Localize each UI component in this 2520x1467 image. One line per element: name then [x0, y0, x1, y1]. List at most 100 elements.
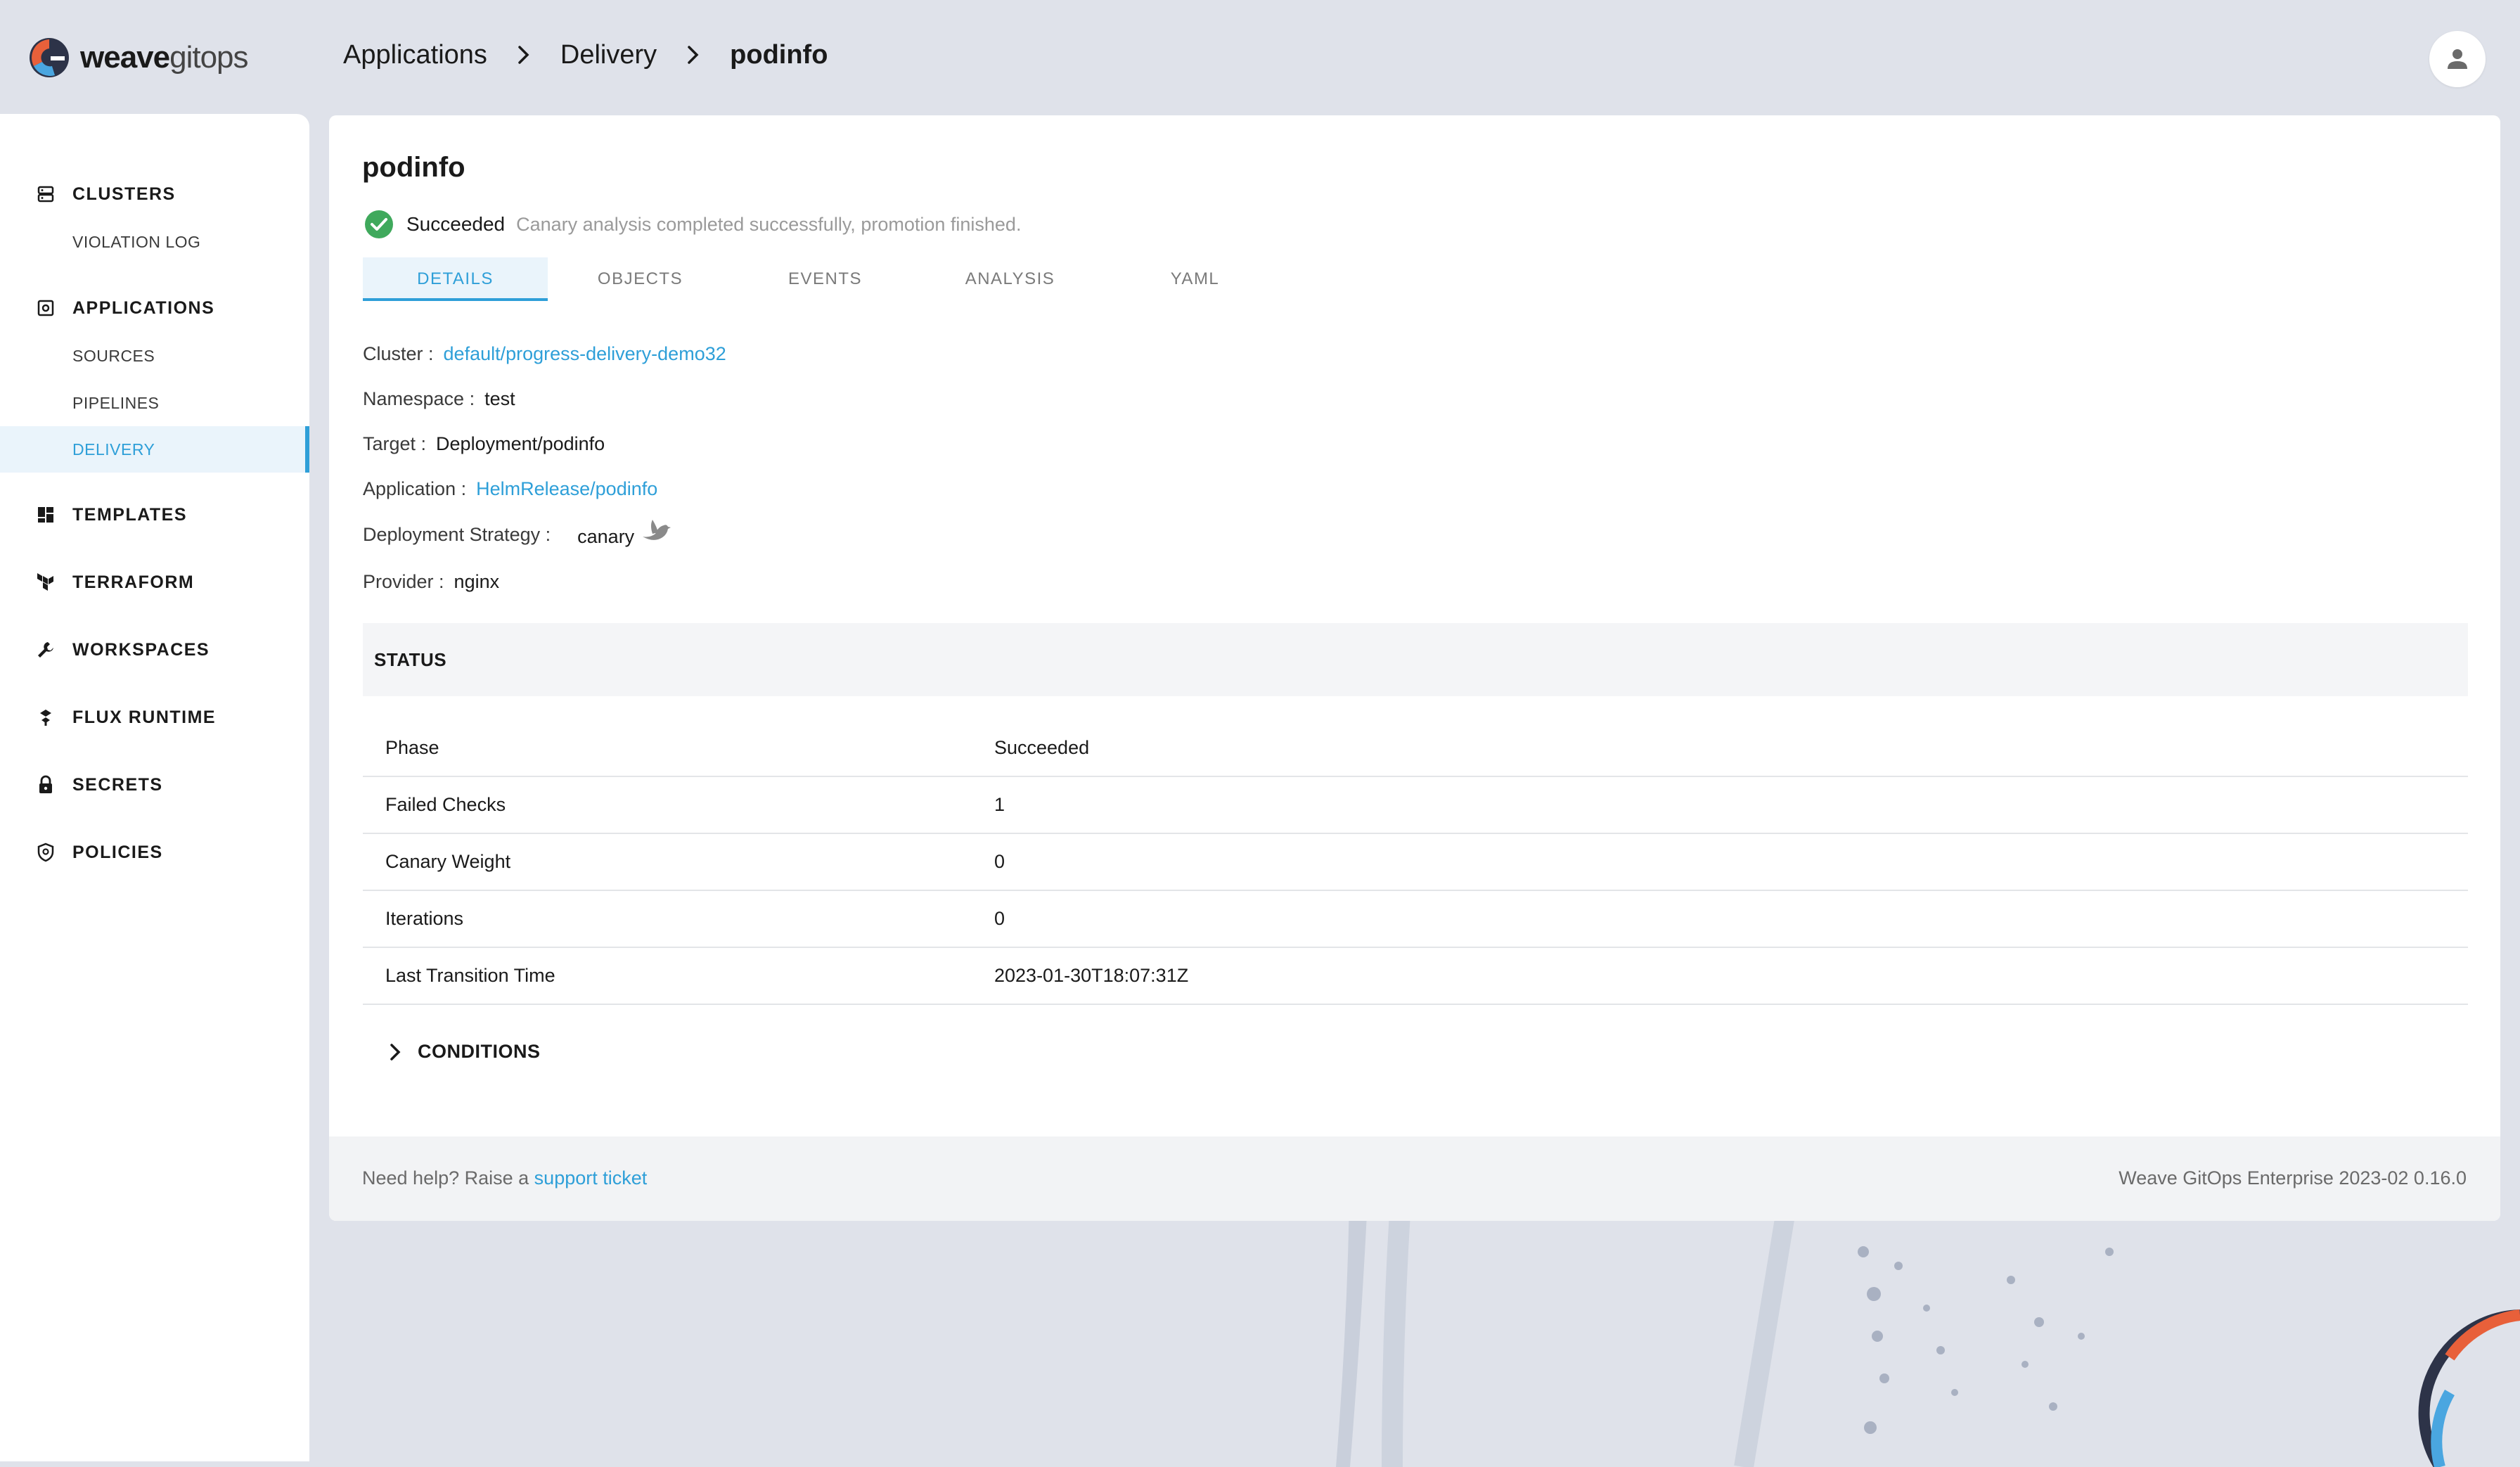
status-key: Last Transition Time	[363, 947, 994, 1005]
sidebar-item-applications[interactable]: APPLICATIONS	[0, 286, 309, 331]
status-heading: STATUS	[374, 648, 447, 670]
detail-application: Application : HelmRelease/podinfo	[363, 478, 657, 500]
detail-label: Cluster :	[363, 343, 434, 364]
tab-yaml[interactable]: YAML	[1102, 257, 1287, 301]
sidebar-label: DELIVERY	[72, 440, 155, 459]
table-row: Iterations 0	[363, 890, 2468, 948]
sidebar-label: WORKSPACES	[72, 639, 210, 660]
logo-text: weavegitops	[80, 40, 249, 75]
detail-target: Target : Deployment/podinfo	[363, 433, 605, 455]
user-menu-button[interactable]	[2429, 31, 2486, 87]
status-value: 0	[994, 890, 2468, 948]
status-key: Iterations	[363, 890, 994, 948]
check-circle-icon	[365, 210, 393, 238]
tab-objects[interactable]: OBJECTS	[548, 257, 733, 301]
breadcrumb: Applications Delivery podinfo	[343, 39, 828, 70]
sidebar-item-violation-log[interactable]: VIOLATION LOG	[0, 219, 309, 265]
help-text: Need help? Raise a support ticket	[362, 1167, 648, 1189]
detail-value: Deployment/podinfo	[436, 433, 605, 454]
detail-cluster: Cluster : default/progress-delivery-demo…	[363, 343, 726, 365]
status-value: 1	[994, 776, 2468, 834]
chevron-right-icon	[390, 1043, 401, 1061]
app-logo[interactable]: weavegitops	[27, 35, 249, 80]
chevron-right-icon	[678, 39, 709, 70]
canary-details-card: podinfo Succeeded Canary analysis comple…	[329, 115, 2500, 1221]
sidebar-item-delivery[interactable]: DELIVERY	[0, 426, 309, 473]
sidebar-item-flux-runtime[interactable]: FLUX RUNTIME	[0, 695, 309, 740]
applications-icon	[34, 296, 58, 320]
detail-value: test	[484, 388, 515, 409]
table-row: Last Transition Time 2023-01-30T18:07:31…	[363, 947, 2468, 1005]
detail-tabs: DETAILS OBJECTS EVENTS ANALYSIS YAML	[363, 257, 1287, 301]
sidebar-label: SOURCES	[72, 346, 155, 365]
sidebar-label: FLUX RUNTIME	[72, 707, 217, 727]
sidebar: CLUSTERS VIOLATION LOG APPLICATIONS SOUR…	[0, 114, 309, 1461]
sidebar-label: APPLICATIONS	[72, 297, 215, 318]
status-key: Phase	[363, 720, 994, 777]
detail-value: canary	[577, 526, 635, 547]
canary-bird-icon	[643, 519, 671, 540]
status-key: Failed Checks	[363, 776, 994, 834]
chevron-right-icon	[508, 39, 539, 70]
flux-icon	[34, 705, 58, 729]
clusters-icon	[34, 182, 58, 206]
detail-value: nginx	[454, 571, 500, 592]
conditions-label: CONDITIONS	[418, 1041, 541, 1062]
top-bar: weavegitops Applications Delivery podinf…	[0, 0, 2520, 114]
user-icon	[2448, 49, 2467, 69]
detail-provider: Provider : nginx	[363, 571, 499, 593]
breadcrumb-delivery[interactable]: Delivery	[560, 40, 657, 70]
detail-label: Application :	[363, 478, 467, 499]
footer: Need help? Raise a support ticket Weave …	[329, 1136, 2500, 1221]
sidebar-item-clusters[interactable]: CLUSTERS	[0, 172, 309, 217]
detail-namespace: Namespace : test	[363, 388, 515, 410]
sidebar-item-secrets[interactable]: SECRETS	[0, 762, 309, 807]
table-row: Canary Weight 0	[363, 833, 2468, 891]
sidebar-label: TERRAFORM	[72, 572, 195, 592]
weave-logo-icon	[30, 38, 69, 77]
table-row: Failed Checks 1	[363, 776, 2468, 834]
terraform-icon	[34, 570, 58, 594]
tab-details[interactable]: DETAILS	[363, 257, 548, 301]
sidebar-label: CLUSTERS	[72, 184, 176, 204]
conditions-toggle[interactable]: CONDITIONS	[388, 1041, 541, 1063]
version-text: Weave GitOps Enterprise 2023-02 0.16.0	[2119, 1167, 2467, 1189]
detail-label: Provider :	[363, 571, 444, 592]
status-table: Phase Succeeded Failed Checks 1 Canary W…	[363, 720, 2468, 1005]
status-message: Canary analysis completed successfully, …	[516, 213, 1022, 235]
status-value: 2023-01-30T18:07:31Z	[994, 947, 2468, 1005]
tab-events[interactable]: EVENTS	[733, 257, 918, 301]
page-title: podinfo	[362, 152, 465, 183]
support-ticket-link[interactable]: support ticket	[534, 1167, 648, 1189]
sidebar-item-workspaces[interactable]: WORKSPACES	[0, 627, 309, 672]
tab-analysis[interactable]: ANALYSIS	[918, 257, 1102, 301]
sidebar-label: POLICIES	[72, 842, 163, 862]
sidebar-item-terraform[interactable]: TERRAFORM	[0, 560, 309, 605]
sidebar-label: SECRETS	[72, 774, 163, 795]
status-value: 0	[994, 833, 2468, 891]
application-link[interactable]: HelmRelease/podinfo	[476, 478, 657, 500]
status-value: Succeeded	[994, 720, 2468, 777]
sidebar-item-policies[interactable]: POLICIES	[0, 830, 309, 875]
sidebar-item-sources[interactable]: SOURCES	[0, 333, 309, 379]
secrets-icon	[34, 773, 58, 797]
detail-label: Deployment Strategy :	[363, 524, 551, 545]
sidebar-item-pipelines[interactable]: PIPELINES	[0, 380, 309, 426]
status-text: Succeeded	[406, 213, 506, 235]
sidebar-label: VIOLATION LOG	[72, 232, 201, 251]
detail-label: Namespace :	[363, 388, 475, 409]
workspaces-icon	[34, 638, 58, 662]
cluster-link[interactable]: default/progress-delivery-demo32	[444, 343, 726, 365]
detail-label: Target :	[363, 433, 427, 454]
status-summary: Succeeded Canary analysis completed succ…	[364, 210, 1021, 239]
detail-strategy: Deployment Strategy : canary	[363, 519, 671, 548]
breadcrumb-podinfo: podinfo	[730, 39, 828, 70]
templates-icon	[34, 503, 58, 527]
sidebar-item-templates[interactable]: TEMPLATES	[0, 492, 309, 537]
breadcrumb-applications[interactable]: Applications	[343, 40, 487, 70]
sidebar-label: TEMPLATES	[72, 504, 188, 525]
status-section-header: STATUS	[363, 623, 2468, 696]
sidebar-label: PIPELINES	[72, 393, 160, 412]
status-key: Canary Weight	[363, 833, 994, 891]
policies-icon	[34, 840, 58, 864]
